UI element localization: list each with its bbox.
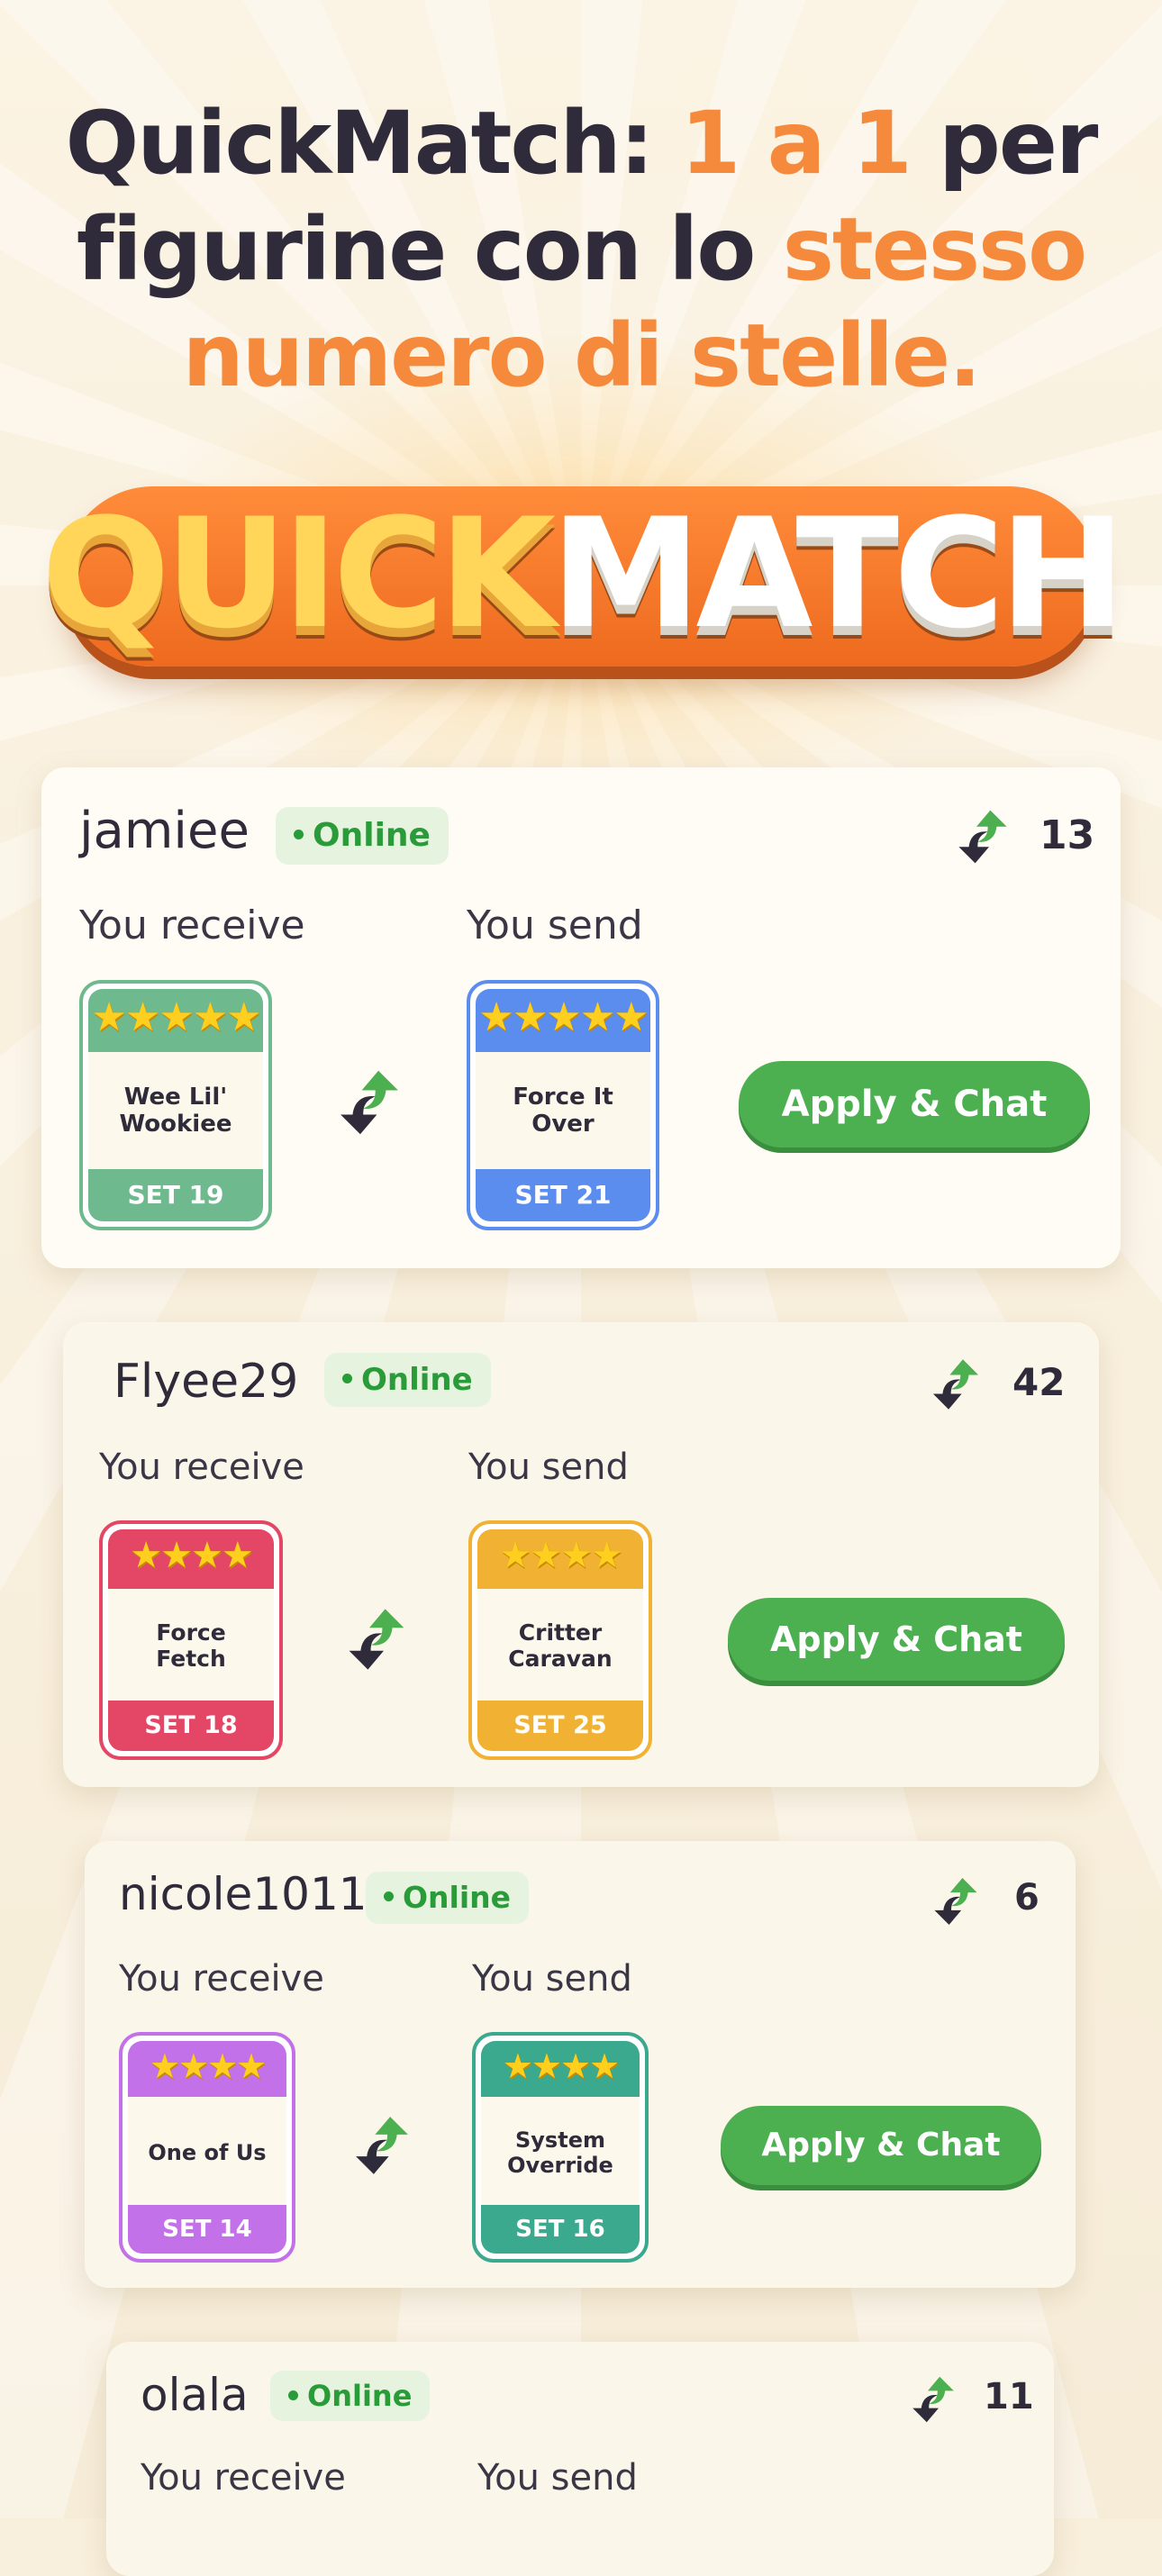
swap-icon xyxy=(348,2111,416,2180)
receive-label: You receive xyxy=(119,1958,324,2000)
swap-count: 42 xyxy=(1012,1360,1066,1404)
logo-quick: QUICK xyxy=(41,485,556,662)
receive-label: You receive xyxy=(79,903,305,948)
headline-highlight: 1 a 1 xyxy=(680,93,912,194)
apply-chat-button[interactable]: Apply & Chat xyxy=(728,1598,1065,1681)
headline-text: QuickMatch: xyxy=(65,93,681,194)
swap-count-icon xyxy=(928,1873,984,1929)
apply-chat-button[interactable]: Apply & Chat xyxy=(721,2106,1041,2185)
swap-icon xyxy=(340,1603,413,1675)
status-badge: Online xyxy=(324,1353,491,1407)
star-rating: ★★★★★ xyxy=(91,994,261,1040)
star-rating: ★★★★ xyxy=(499,1535,622,1576)
sticker-set: SET 14 xyxy=(128,2205,286,2254)
match-card: olala Online 11 You receive You send xyxy=(106,2342,1054,2576)
receive-label: You receive xyxy=(141,2457,346,2499)
star-rating: ★★★★ xyxy=(149,2046,267,2086)
logo-text: QUICKMATCH xyxy=(36,488,1126,659)
send-label: You send xyxy=(467,903,643,948)
receive-sticker[interactable]: ★★★★★ Wee Lil' Wookiee SET 19 xyxy=(79,980,272,1230)
headline-highlight: numero di stelle. xyxy=(182,305,981,406)
swap-count: 13 xyxy=(1039,812,1095,858)
sticker-set: SET 21 xyxy=(476,1169,650,1221)
sticker-name: Wee Lil' Wookiee xyxy=(88,1052,263,1169)
sticker-set: SET 18 xyxy=(108,1701,274,1751)
match-card: Flyee29 Online 42 You receive You send ★… xyxy=(63,1322,1099,1787)
send-sticker[interactable]: ★★★★★ Force It Over SET 21 xyxy=(467,980,659,1230)
sticker-set: SET 19 xyxy=(88,1169,263,1221)
headline-highlight: stesso xyxy=(782,199,1087,300)
receive-sticker[interactable]: ★★★★ Force Fetch SET 18 xyxy=(99,1520,283,1760)
receive-label: You receive xyxy=(99,1447,304,1488)
send-label: You send xyxy=(468,1447,629,1488)
headline-text: figurine con lo xyxy=(76,199,783,300)
star-rating: ★★★★ xyxy=(130,1535,253,1576)
username[interactable]: Flyee29 xyxy=(113,1355,298,1409)
headline: QuickMatch: 1 a 1 per figurine con lo st… xyxy=(0,90,1162,409)
star-rating: ★★★★★ xyxy=(478,994,649,1040)
sticker-name: One of Us xyxy=(128,2097,286,2209)
match-card: nicole1011 Online 6 You receive You send… xyxy=(85,1841,1076,2288)
status-badge: Online xyxy=(276,807,449,865)
swap-icon xyxy=(331,1065,407,1140)
sticker-name: System Override xyxy=(481,2097,640,2209)
username[interactable]: olala xyxy=(141,2369,249,2421)
sticker-set: SET 16 xyxy=(481,2205,640,2254)
swap-count-icon xyxy=(926,1355,985,1414)
apply-chat-button[interactable]: Apply & Chat xyxy=(739,1061,1090,1147)
sticker-name: Critter Caravan xyxy=(477,1589,643,1702)
swap-count: 6 xyxy=(1014,1877,1039,1918)
swap-count: 11 xyxy=(984,2376,1034,2417)
send-sticker[interactable]: ★★★★ System Override SET 16 xyxy=(472,2032,649,2263)
status-badge: Online xyxy=(366,1872,530,1924)
sticker-name: Force Fetch xyxy=(108,1589,274,1702)
logo-match: MATCH xyxy=(550,485,1126,662)
send-label: You send xyxy=(477,2457,638,2499)
swap-count-icon xyxy=(951,805,1014,868)
sticker-name: Force It Over xyxy=(476,1052,650,1169)
quickmatch-logo: QUICKMATCH xyxy=(36,468,1126,694)
status-badge: Online xyxy=(270,2371,431,2421)
star-rating: ★★★★ xyxy=(502,2046,620,2086)
sticker-set: SET 25 xyxy=(477,1701,643,1751)
swap-count-icon xyxy=(906,2372,960,2426)
username[interactable]: nicole1011 xyxy=(119,1868,368,1920)
send-sticker[interactable]: ★★★★ Critter Caravan SET 25 xyxy=(468,1520,652,1760)
receive-sticker[interactable]: ★★★★ One of Us SET 14 xyxy=(119,2032,295,2263)
send-label: You send xyxy=(472,1958,632,2000)
headline-text: per xyxy=(910,93,1098,194)
match-card: jamiee Online 13 You receive You send ★★… xyxy=(41,767,1121,1268)
username[interactable]: jamiee xyxy=(79,802,250,860)
